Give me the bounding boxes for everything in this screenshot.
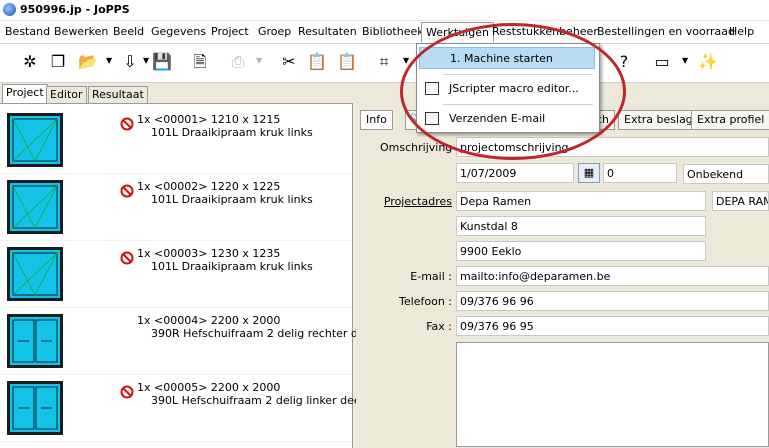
menu-gegevens[interactable]: Gegevens [151,25,206,38]
tab-editor[interactable]: Editor [46,86,87,104]
open-dropdown-icon[interactable]: ▼ [106,56,112,65]
position-description: 390L Hefschuifraam 2 delig linker deel s… [151,394,386,407]
menu-bibliotheek[interactable]: Bibliotheek [362,25,424,38]
tab-extra-beslag[interactable]: Extra beslag [618,110,699,130]
menu-item-machine-starten[interactable]: 1. Machine starten [419,47,595,69]
list-item[interactable]: 1x <00002> 1220 x 1225 101L Draaikipraam… [0,174,352,241]
grid-select-icon[interactable]: ⌗ [374,52,394,72]
app-icon [3,3,16,16]
grid-dropdown-icon[interactable]: ▼ [403,56,409,65]
projectadres-label: Projectadres [383,195,452,208]
position-dimensions: 1x <00001> 1210 x 1215 [137,113,281,126]
list-item[interactable]: 1x <00001> 1210 x 1215 101L Draaikipraam… [0,107,352,174]
email-field[interactable]: mailto:info@deparamen.be [456,266,769,286]
tab-extra-profiel[interactable]: Extra profiel [691,110,769,130]
menu-bar: Bestand Bewerken Beeld Gegevens Project … [0,21,769,44]
email-icon [425,112,439,125]
copy-document-icon[interactable]: ❐ [48,52,68,72]
script-window-icon[interactable]: ▭ [652,52,672,72]
tab-project[interactable]: Project [2,84,48,103]
magic-wand-icon[interactable]: ✨ [698,52,718,72]
menu-separator [443,74,593,75]
paste-special-icon[interactable]: 📋 [337,52,357,72]
import-icon[interactable]: ⇩ [120,52,140,72]
import-dropdown-icon[interactable]: ▼ [143,56,149,65]
notes-area[interactable] [456,342,769,447]
blocked-icon [120,117,134,131]
position-dimensions: 1x <00002> 1220 x 1225 [137,180,281,193]
save-icon[interactable]: 💾 [152,52,172,72]
print-icon[interactable]: ⎙ [228,52,248,72]
menu-item-jscripter[interactable]: JScripter macro editor... [419,78,595,100]
list-item[interactable]: 1x <00003> 1230 x 1235 101L Draaikipraam… [0,241,352,308]
menu-beeld[interactable]: Beeld [113,25,144,38]
werktuigen-menu: 1. Machine starten JScripter macro edito… [416,43,600,133]
telefoon-label: Telefoon : [399,295,452,308]
telefoon-field[interactable]: 09/376 96 96 [456,291,769,311]
new-icon[interactable]: ✲ [20,52,40,72]
position-dimensions: 1x <00004> 2200 x 2000 [137,314,281,327]
sliding-door-thumbnail [7,381,63,435]
list-item[interactable]: 1x <00004> 2200 x 2000 390R Hefschuifraa… [0,308,390,375]
help-database-icon[interactable]: ? [614,52,634,72]
menu-groep[interactable]: Groep [258,25,291,38]
company-field[interactable]: Depa Ramen [456,191,706,211]
position-dimensions: 1x <00005> 2200 x 2000 [137,381,281,394]
menu-bestellingen[interactable]: Bestellingen en voorraad [597,25,735,38]
blocked-icon [120,184,134,198]
window-title: 950996.jp - JoPPS [20,3,130,16]
fax-label: Fax : [426,320,452,333]
script-dropdown-icon[interactable]: ▼ [682,56,688,65]
window-thumbnail [7,180,63,234]
number-field[interactable]: 0 [603,163,677,183]
menu-reststukkenbeheer[interactable]: Reststukkenbeheer [492,25,598,38]
toolbar: ✲ ❐ 📂 ▼ ⇩ ▼ 💾 🗎 ⎙ ▼ ✂ 📋 📋 ⌗ ▼ ? ▭ ▼ ✨ [0,44,769,83]
company-upper-field[interactable]: DEPA RAM [712,191,769,211]
print-preview-icon[interactable]: 🗎 [190,52,210,72]
menu-project[interactable]: Project [211,25,249,38]
print-dropdown-icon[interactable]: ▼ [256,56,262,65]
position-description: 101L Draaikipraam kruk links [151,126,313,139]
street-field[interactable]: Kunstdal 8 [456,216,706,236]
list-item[interactable]: 1x <00005> 2200 x 2000 390L Hefschuifraa… [0,375,386,442]
paste-icon[interactable]: 📋 [307,52,327,72]
status-select[interactable]: Onbekend [683,164,769,184]
menu-bewerken[interactable]: Bewerken [54,25,108,38]
position-description: 101L Draaikipraam kruk links [151,260,313,273]
menu-werktuigen[interactable]: Werktuigen [421,22,494,42]
cut-icon[interactable]: ✂ [279,52,299,72]
menu-item-verzenden-email[interactable]: Verzenden E-mail [419,108,595,130]
blocked-icon [120,385,134,399]
menu-resultaten[interactable]: Resultaten [298,25,357,38]
position-description: 390R Hefschuifraam 2 delig rechter deel … [151,327,390,340]
city-field[interactable]: 9900 Eeklo [456,241,706,261]
omschrijving-field[interactable]: projectomschrijving [456,137,769,157]
position-dimensions: 1x <00003> 1230 x 1235 [137,247,281,260]
menu-separator [443,104,593,105]
tab-resultaat[interactable]: Resultaat [88,86,148,104]
blocked-icon [120,251,134,265]
window-thumbnail [7,247,63,301]
position-list: 1x <00001> 1210 x 1215 101L Draaikipraam… [0,103,390,448]
menu-bestand[interactable]: Bestand [5,25,50,38]
sliding-door-thumbnail [7,314,63,368]
email-label: E-mail : [410,270,452,283]
open-folder-icon[interactable]: 📂 [78,52,98,72]
date-field[interactable]: 1/07/2009 [456,163,574,183]
window-thumbnail [7,113,63,167]
menu-help[interactable]: Help [729,25,754,38]
fax-field[interactable]: 09/376 96 95 [456,316,769,336]
position-description: 101L Draaikipraam kruk links [151,193,313,206]
omschrijving-label: Omschrijving [380,141,453,154]
calendar-icon[interactable]: ▦ [578,163,600,183]
tab-info[interactable]: Info [360,110,393,130]
title-bar: 950996.jp - JoPPS [0,0,769,20]
script-window-icon [425,82,439,95]
